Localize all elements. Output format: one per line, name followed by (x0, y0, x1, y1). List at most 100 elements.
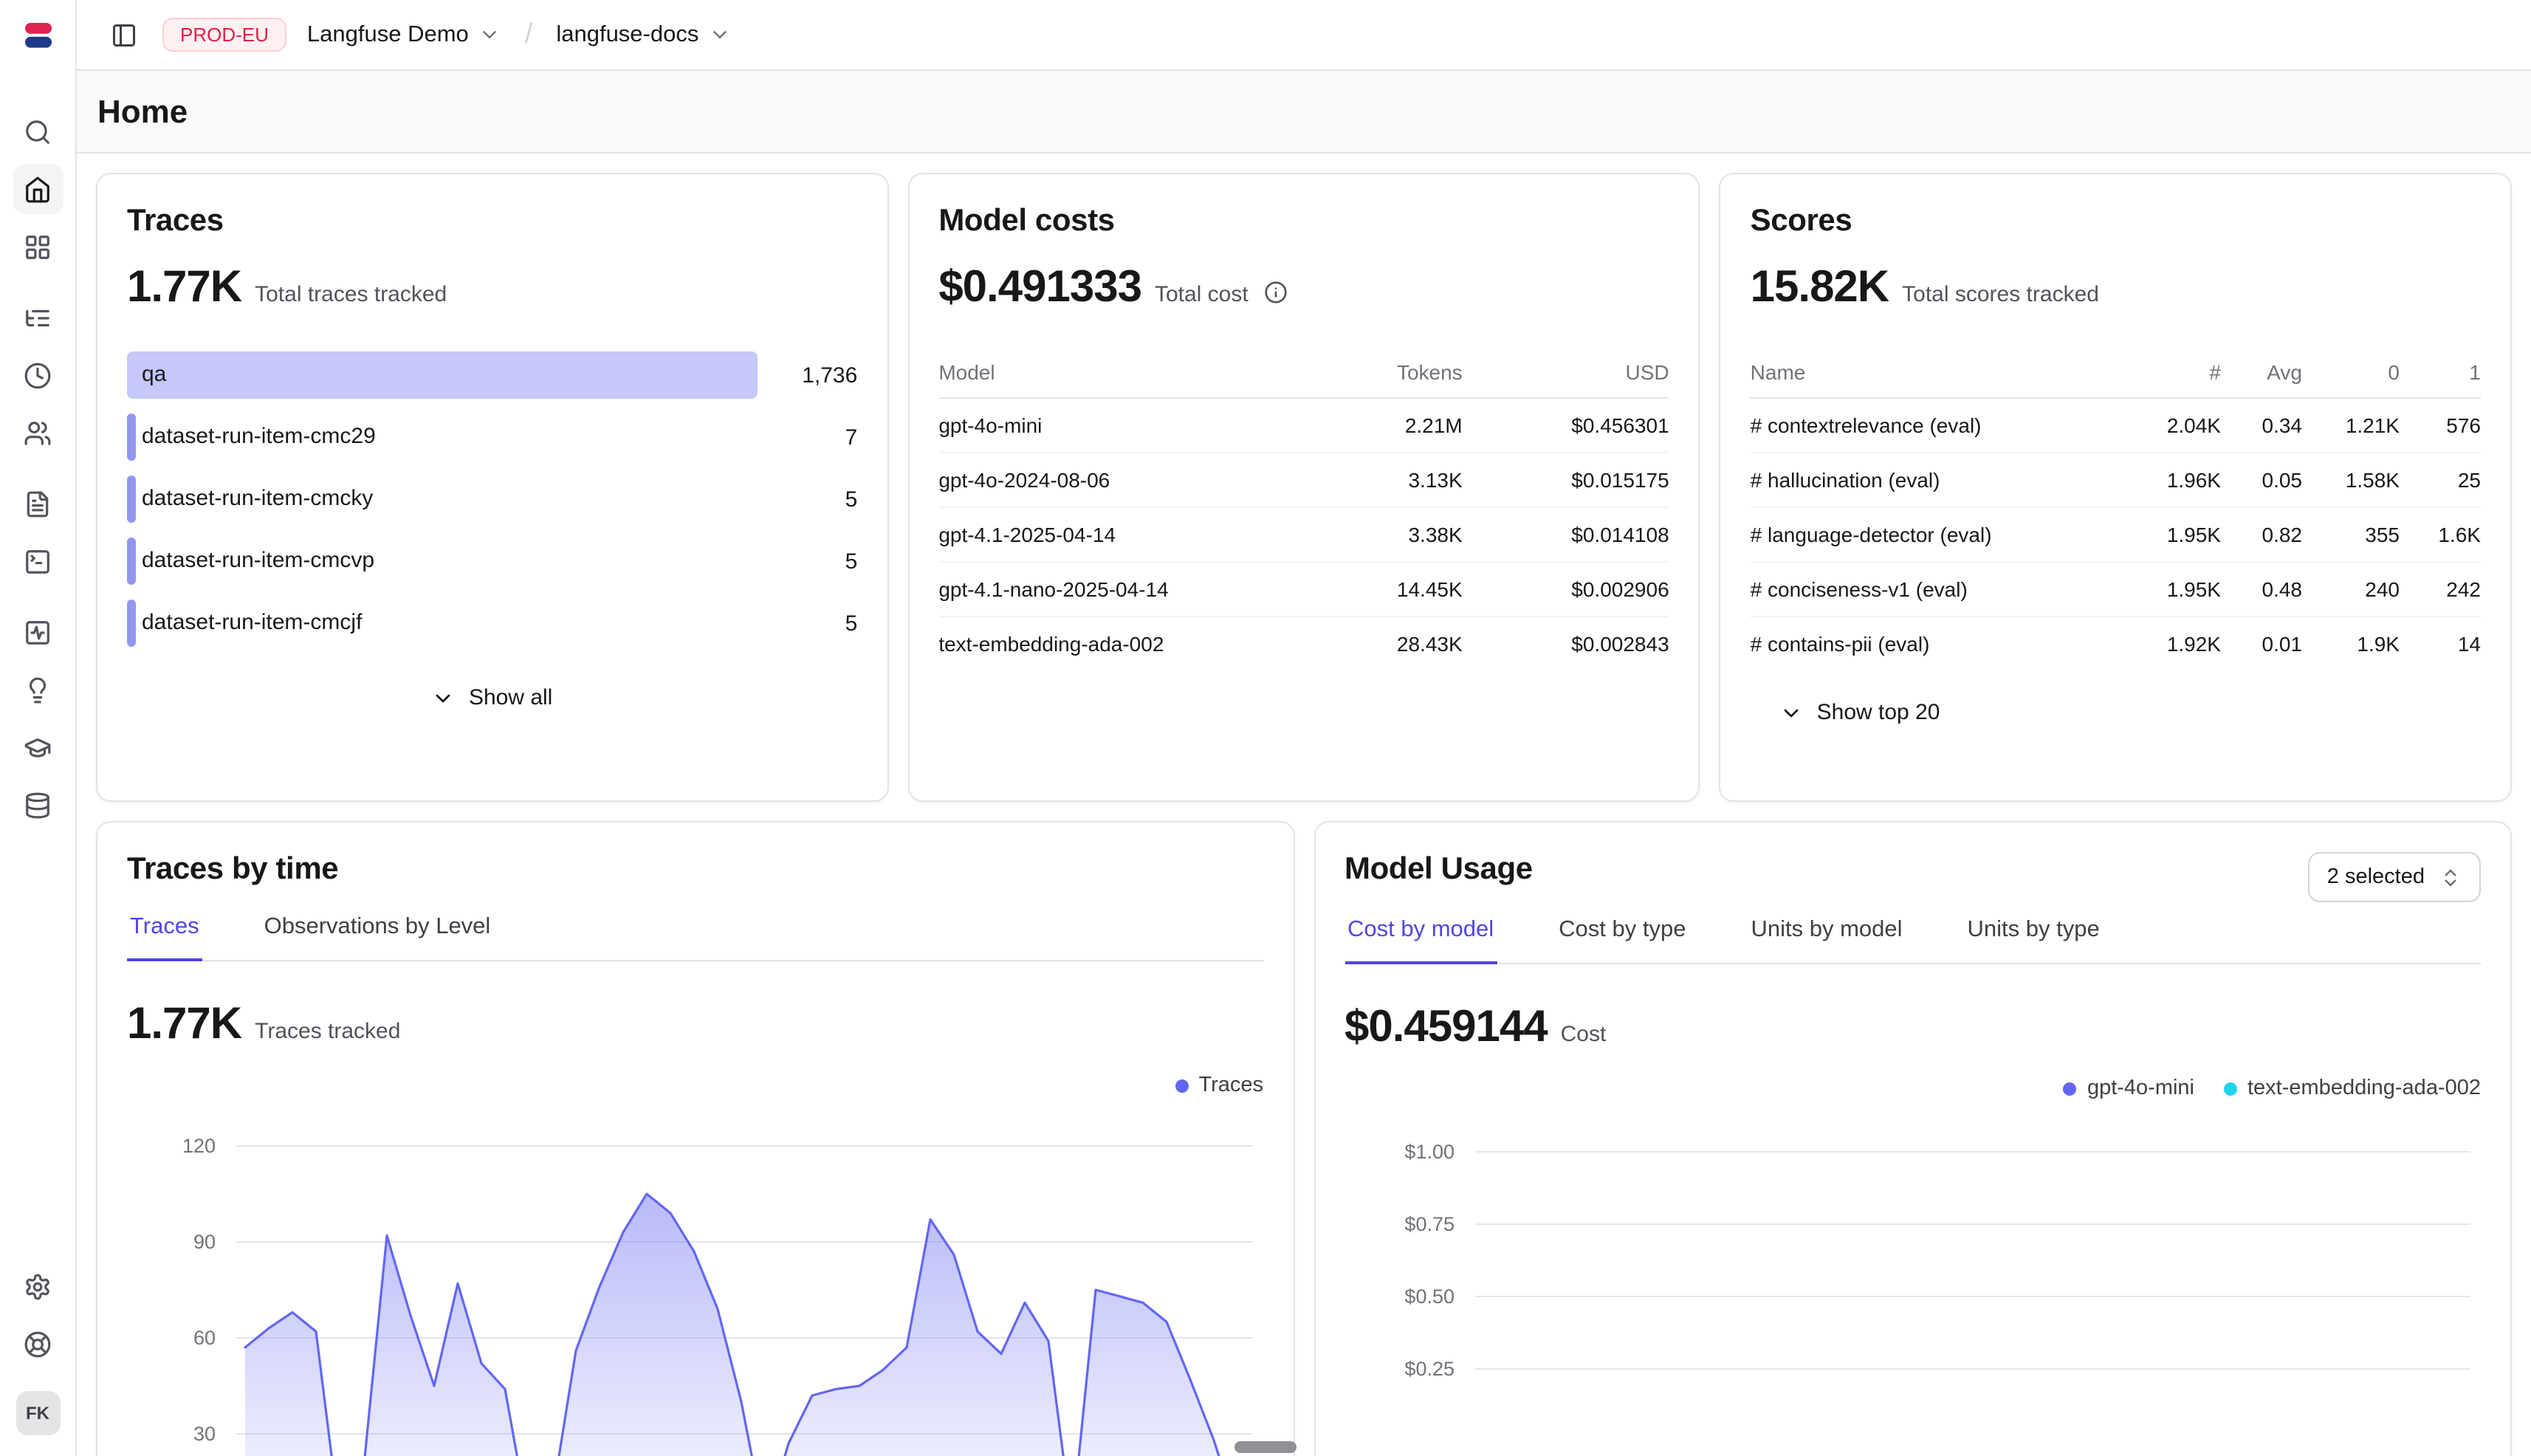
trace-name: qa (127, 362, 166, 387)
org-switcher[interactable]: Langfuse Demo (301, 16, 507, 54)
sidebar-nav (13, 106, 63, 851)
environment-badge[interactable]: PROD-EU (162, 18, 286, 52)
card-title: Traces by time (127, 852, 1263, 887)
svg-text:$0.75: $0.75 (1404, 1213, 1454, 1235)
info-icon[interactable] (1265, 281, 1288, 304)
trace-bar-row[interactable]: dataset-run-item-cmc297 (127, 413, 857, 461)
trace-count: 5 (772, 611, 857, 636)
table-row[interactable]: # language-detector (eval)1.95K0.823551.… (1751, 507, 2481, 562)
table-row[interactable]: # contains-pii (eval)1.92K0.011.9K14 (1751, 617, 2481, 670)
langfuse-logo[interactable] (17, 15, 58, 56)
card-title: Traces (127, 204, 857, 239)
traces-by-time-card: Traces by time Traces Observations by Le… (96, 821, 1294, 1456)
card-title: Scores (1751, 204, 2481, 239)
settings-icon (24, 1272, 52, 1300)
trace-bar-row[interactable]: dataset-run-item-cmcjf5 (127, 600, 857, 647)
project-switcher[interactable]: langfuse-docs (550, 16, 737, 54)
insights-icon (24, 676, 52, 704)
sidebar-item-insights[interactable] (13, 665, 63, 715)
tab-observations-by-level[interactable]: Observations by Level (261, 914, 494, 961)
show-all-button[interactable]: Show all (420, 676, 564, 719)
sidebar-item-settings[interactable] (13, 1261, 63, 1311)
traces-bar-list: qa1,736dataset-run-item-cmc297dataset-ru… (127, 351, 857, 647)
sidebar-item-playground[interactable] (13, 536, 63, 586)
table-row[interactable]: # contextrelevance (eval)2.04K0.341.21K5… (1751, 398, 2481, 453)
svg-text:$1.00: $1.00 (1404, 1141, 1454, 1163)
sidebar-item-support[interactable] (13, 1319, 63, 1369)
svg-text:120: 120 (182, 1135, 216, 1157)
show-top-20-button[interactable]: Show top 20 (1768, 691, 1952, 734)
card-title: Model costs (938, 204, 1669, 239)
svg-text:$0.25: $0.25 (1404, 1358, 1454, 1380)
table-row[interactable]: gpt-4.1-nano-2025-04-1414.45K$0.002906 (938, 562, 1669, 617)
table-row[interactable]: # conciseness-v1 (eval)1.95K0.48240242 (1751, 562, 2481, 617)
sidebar: FK (0, 0, 77, 1456)
trace-name: dataset-run-item-cmc29 (127, 424, 376, 449)
column-header: Name (1751, 348, 2118, 398)
support-icon (24, 1330, 52, 1358)
svg-text:60: 60 (193, 1327, 216, 1349)
tab-traces[interactable]: Traces (127, 914, 202, 961)
traces-by-time-metric: 1.77K (127, 1000, 241, 1050)
card-title: Model Usage (1345, 852, 1533, 887)
model-costs-card: Model costs $0.491333 Total cost ModelTo… (907, 173, 1700, 802)
chevron-down-icon (479, 24, 501, 46)
trace-count: 5 (772, 487, 857, 512)
table-row[interactable]: gpt-4.1-2025-04-143.38K$0.014108 (938, 507, 1669, 562)
traces-metric: 1.77K (127, 263, 241, 313)
tab-cost-by-model[interactable]: Cost by model (1345, 917, 1497, 964)
evaluation-icon (24, 618, 52, 646)
sidebar-item-search[interactable] (13, 106, 63, 157)
sidebar-item-home[interactable] (13, 164, 63, 214)
table-row[interactable]: # hallucination (eval)1.96K0.051.58K25 (1751, 453, 2481, 507)
annotation-icon (24, 733, 52, 761)
sidebar-item-datasets[interactable] (13, 780, 63, 830)
page-header: Home (77, 71, 2531, 154)
table-row[interactable]: gpt-4o-mini2.21M$0.456301 (938, 398, 1669, 453)
horizontal-scrollbar-thumb[interactable] (1234, 1441, 1297, 1453)
legend-item: gpt-4o-mini (2064, 1076, 2194, 1100)
legend-item: text-embedding-ada-002 (2224, 1076, 2481, 1100)
sidebar-item-users[interactable] (13, 408, 63, 458)
sidebar-item-tracing[interactable] (13, 292, 63, 343)
legend-item: Traces (1175, 1074, 1263, 1097)
sidebar-item-prompts[interactable] (13, 478, 63, 529)
column-header: Tokens (1278, 348, 1463, 398)
trace-bar-row[interactable]: dataset-run-item-cmcvp5 (127, 538, 857, 585)
search-icon (24, 117, 52, 145)
sessions-icon (24, 361, 52, 389)
sidebar-item-evaluation[interactable] (13, 607, 63, 657)
table-row[interactable]: gpt-4o-2024-08-063.13K$0.015175 (938, 453, 1669, 507)
home-icon (24, 175, 52, 203)
column-header: 1 (2400, 348, 2481, 398)
top-cards-row: Traces 1.77K Total traces tracked qa1,73… (96, 173, 2512, 802)
trace-bar-row[interactable]: dataset-run-item-cmcky5 (127, 475, 857, 523)
trace-bar-row[interactable]: qa1,736 (127, 351, 857, 399)
sidebar-toggle-button[interactable] (100, 11, 148, 58)
chart-legend: gpt-4o-mini text-embedding-ada-002 (1345, 1076, 2481, 1100)
page-title: Home (97, 92, 188, 131)
main-column: PROD-EU Langfuse Demo / langfuse-docs Ho… (77, 0, 2531, 1456)
sidebar-item-annotation[interactable] (13, 722, 63, 772)
scores-metric: 15.82K (1751, 263, 1889, 313)
column-header: Avg (2221, 348, 2302, 398)
chart-svg: 120906030 (127, 1112, 1264, 1456)
chevron-down-icon (709, 24, 731, 46)
tab-cost-by-type[interactable]: Cost by type (1556, 917, 1689, 964)
sidebar-item-sessions[interactable] (13, 350, 63, 400)
sidebar-item-dashboards[interactable] (13, 222, 63, 272)
chevron-down-icon (432, 686, 456, 710)
playground-icon (24, 547, 52, 575)
tab-units-by-model[interactable]: Units by model (1748, 917, 1905, 964)
users-icon (24, 419, 52, 447)
table-row[interactable]: text-embedding-ada-00228.43K$0.002843 (938, 617, 1669, 670)
dashboard-content: Traces 1.77K Total traces tracked qa1,73… (77, 154, 2531, 1456)
traces-by-time-chart: 120906030 (127, 1112, 1263, 1456)
breadcrumb-separator: / (522, 18, 536, 51)
sidebar-bottom: FK (13, 1261, 63, 1435)
scores-card: Scores 15.82K Total scores tracked Name#… (1720, 173, 2512, 802)
tab-units-by-type[interactable]: Units by type (1965, 917, 2103, 964)
user-avatar[interactable]: FK (16, 1391, 60, 1435)
model-filter-select[interactable]: 2 selected (2308, 852, 2481, 902)
model-usage-card: Model Usage 2 selected Cost by model Cos… (1313, 821, 2512, 1456)
